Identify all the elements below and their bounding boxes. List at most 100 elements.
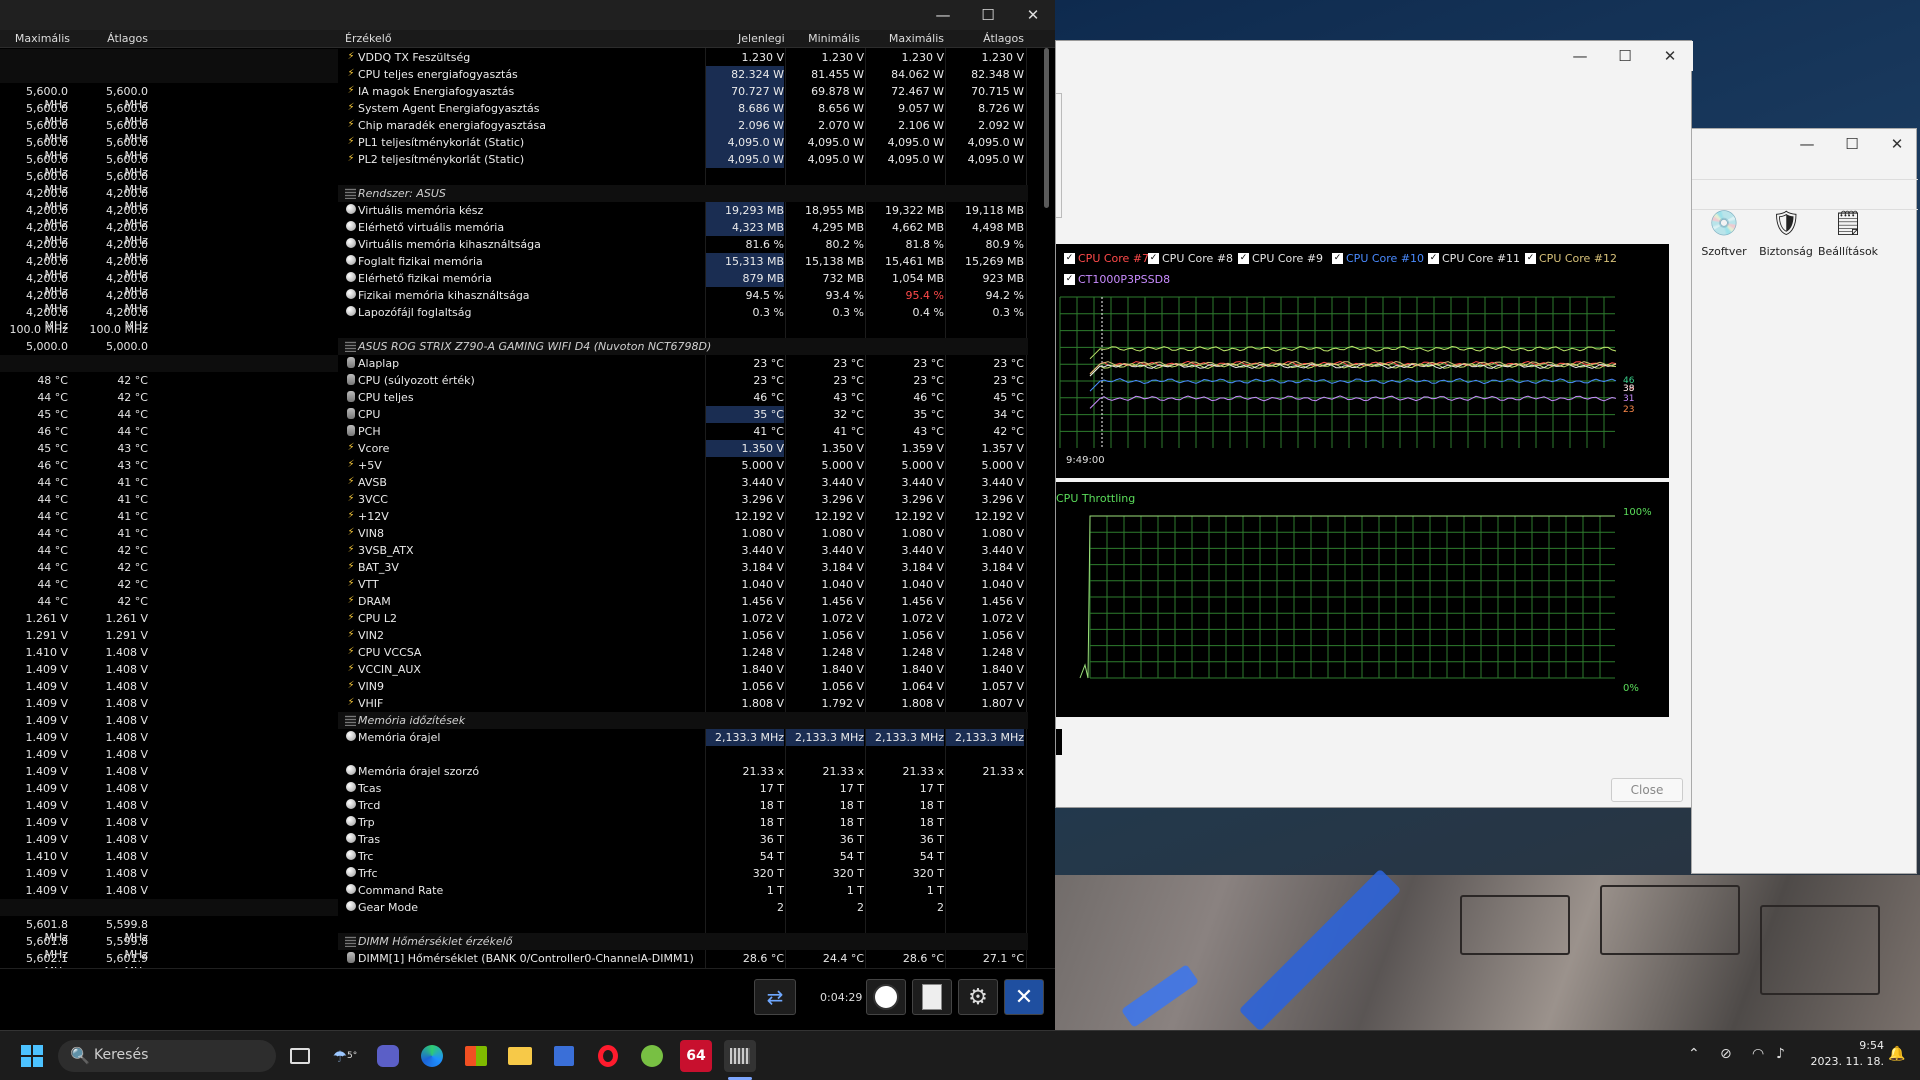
column-header-current[interactable]: Jelenlegi [738,32,785,45]
left-pane-row[interactable]: 1.409 V 1.408 V [0,661,160,678]
sensor-row[interactable]: ⚡ VCCIN_AUX 1.840 V 1.840 V 1.840 V 1.840 V [338,661,1028,678]
left-pane-row[interactable]: 5,600.0 MHz 5,600.0 MHz [0,83,160,111]
close-button[interactable]: Close [1611,778,1683,802]
sensor-row[interactable]: ⚡ CPU L2 1.072 V 1.072 V 1.072 V 1.072 V [338,610,1028,627]
sensor-row[interactable]: ⚡ 3VCC 3.296 V 3.296 V 3.296 V 3.296 V [338,491,1028,508]
sensor-row[interactable]: ⚡ +5V 5.000 V 5.000 V 5.000 V 5.000 V [338,457,1028,474]
sensor-group-header[interactable]: ASUS ROG STRIX Z790-A GAMING WIFI D4 (Nu… [338,338,1028,355]
column-header-avg[interactable]: Átlagos [958,32,1024,45]
security-window-titlebar[interactable]: — ☐ ✕ [1692,129,1918,159]
left-pane-row[interactable]: 46 °C 44 °C [0,423,160,440]
left-pane-row[interactable]: 4,200.0 MHz 4,200.0 MHz [0,185,160,213]
sensor-row[interactable]: Trfc 320 T 320 T 320 T [338,865,1028,882]
save-disk-icon[interactable] [548,1040,580,1072]
left-pane-row[interactable]: 1.409 V 1.408 V [0,780,160,797]
left-pane-row[interactable]: 1.409 V 1.408 V [0,678,160,695]
left-pane-row[interactable]: 1.409 V 1.408 V [0,729,160,746]
sensor-row[interactable]: Gear Mode 2 2 2 [338,899,1028,916]
search-box[interactable]: 🔍 Keresés [58,1040,276,1072]
settings-gear-icon[interactable]: ⚙ [958,979,998,1015]
left-pane-row[interactable]: 100.0 MHz 100.0 MHz [0,321,160,338]
sensor-row[interactable]: Trcd 18 T 18 T 18 T [338,797,1028,814]
maximize-icon[interactable]: ☐ [965,0,1011,30]
left-pane-row[interactable]: 1.409 V 1.408 V [0,882,160,899]
sensor-row[interactable]: ⚡ VIN2 1.056 V 1.056 V 1.056 V 1.056 V [338,627,1028,644]
left-pane-row[interactable]: 1.409 V 1.408 V [0,746,160,763]
left-pane-row[interactable]: 44 °C 42 °C [0,576,160,593]
sensor-row[interactable]: ⚡ VIN8 1.080 V 1.080 V 1.080 V 1.080 V [338,525,1028,542]
sensor-row[interactable]: CPU 35 °C 32 °C 35 °C 34 °C [338,406,1028,423]
weather-icon[interactable]: ☂ 5° [329,1040,361,1072]
left-pane-row[interactable]: 4,200.0 MHz 4,200.0 MHz [0,219,160,247]
sensor-row[interactable]: Memória órajel szorzó 21.33 x 21.33 x 21.33… [338,763,1028,780]
sensor-row[interactable]: ⚡ PL1 teljesítménykorlát (Static) 4,095.0 … [338,134,1028,151]
left-pane-row[interactable]: 44 °C 42 °C [0,559,160,576]
left-pane-row[interactable]: 46 °C 43 °C [0,457,160,474]
left-pane-row[interactable]: 44 °C 41 °C [0,525,160,542]
clock[interactable]: 9:54 2023. 11. 18. [1804,1039,1884,1068]
sensor-row[interactable]: Tcas 17 T 17 T 17 T [338,780,1028,797]
sensor-left-pane[interactable]: Maximális Átlagos 5,600.0 MHz 5,600.0 MHz… [0,30,338,968]
sensor-row[interactable]: ⚡ PL2 teljesítménykorlát (Static) 4,095.0 … [338,151,1028,168]
left-pane-row[interactable]: 1.409 V 1.408 V [0,797,160,814]
left-pane-row[interactable]: 1.409 V 1.408 V [0,865,160,882]
file-explorer-icon[interactable] [504,1040,536,1072]
left-pane-row[interactable]: 1.410 V 1.408 V [0,644,160,661]
sensor-row[interactable]: Elérhető virtuális memória 4,323 MB 4,295 … [338,219,1028,236]
aida64-icon[interactable]: 64 [680,1040,712,1072]
left-pane-row[interactable]: 5,600.0 MHz 5,600.0 MHz [0,100,160,128]
sensor-row[interactable]: Trc 54 T 54 T 54 T [338,848,1028,865]
network-off-icon[interactable]: ⊘ [1720,1046,1732,1062]
sensor-row[interactable]: CPU teljes 46 °C 43 °C 46 °C 45 °C [338,389,1028,406]
minimize-icon[interactable]: — [920,0,966,30]
left-pane-row[interactable]: 1.409 V 1.408 V [0,695,160,712]
sensor-row[interactable]: Virtuális memória kész 19,293 MB 18,955 MB… [338,202,1028,219]
column-header-sensor[interactable]: Érzékelő [345,32,392,45]
left-pane-row[interactable]: 44 °C 41 °C [0,508,160,525]
close-icon[interactable]: ✕ [1874,129,1920,159]
sensor-row[interactable]: CPU (súlyozott érték) 23 °C 23 °C 23 °C 23 °… [338,372,1028,389]
left-pane-row[interactable]: 44 °C 42 °C [0,593,160,610]
sensor-row[interactable]: Trp 18 T 18 T 18 T [338,814,1028,831]
sensor-row[interactable]: ⚡ Chip maradék energiafogyasztása 2.096 W 2… [338,117,1028,134]
vertical-scrollbar[interactable] [1044,48,1049,208]
left-pane-row[interactable]: 1.261 V 1.261 V [0,610,160,627]
left-pane-row[interactable]: 4,200.0 MHz 4,200.0 MHz [0,287,160,315]
left-pane-row[interactable]: 4,200.0 MHz 4,200.0 MHz [0,253,160,281]
left-pane-row[interactable]: 5,602.1 MHz 5,601.9 MHz [0,950,160,968]
left-pane-row[interactable]: 5,600.0 MHz 5,600.0 MHz [0,151,160,179]
control-panel-item[interactable]: 🗒 Beállítások [1812,209,1884,258]
sensor-row[interactable]: Virtuális memória kihasználtsága 81.6 % 80… [338,236,1028,253]
minimize-icon[interactable]: — [1784,129,1830,159]
store-icon[interactable] [460,1040,492,1072]
sensor-row[interactable]: ⚡ VDDQ TX Feszültség 1.230 V 1.230 V 1.230 V… [338,49,1028,66]
left-pane-row[interactable]: 44 °C 41 °C [0,491,160,508]
sensor-group-header[interactable]: DIMM Hőmérséklet érzékelő [338,933,1028,950]
close-icon[interactable]: ✕ [1010,0,1055,30]
left-pane-row[interactable]: 1.409 V 1.408 V [0,831,160,848]
sensor-right-pane[interactable]: Érzékelő Jelenlegi Minimális Maximális Á… [338,30,1055,968]
close-sensors-icon[interactable]: ✕ [1004,979,1044,1015]
left-pane-row[interactable]: 44 °C 42 °C [0,389,160,406]
sensor-row[interactable]: Memória órajel 2,133.3 MHz 2,133.3 MHz 2,13… [338,729,1028,746]
left-pane-row[interactable]: 44 °C 42 °C [0,542,160,559]
left-pane-row[interactable]: 4,200.0 MHz 4,200.0 MHz [0,304,160,332]
opera-icon[interactable] [592,1040,624,1072]
left-pane-row[interactable]: 5,601.8 MHz 5,599.8 MHz [0,916,160,944]
sensor-row[interactable]: Command Rate 1 T 1 T 1 T [338,882,1028,899]
task-view-icon[interactable] [284,1040,316,1072]
sensor-row[interactable]: PCH 41 °C 41 °C 43 °C 42 °C [338,423,1028,440]
sensor-row[interactable]: ⚡ CPU VCCSA 1.248 V 1.248 V 1.248 V 1.248 V [338,644,1028,661]
sensor-row[interactable]: Tras 36 T 36 T 36 T [338,831,1028,848]
left-pane-row[interactable]: 1.409 V 1.408 V [0,763,160,780]
left-pane-row[interactable]: 5,600.0 MHz 5,600.0 MHz [0,117,160,145]
column-header-max[interactable]: Maximális [878,32,944,45]
logging-icon[interactable] [912,979,952,1015]
sensor-row[interactable]: ⚡ AVSB 3.440 V 3.440 V 3.440 V 3.440 V [338,474,1028,491]
sensor-row[interactable]: DIMM[1] Hőmérséklet (BANK 0/Controller0-… [338,950,1028,967]
left-pane-row[interactable]: 5,600.0 MHz 5,600.0 MHz [0,134,160,162]
sensor-row[interactable]: Alaplap 23 °C 23 °C 23 °C 23 °C [338,355,1028,372]
left-pane-row[interactable]: 1.291 V 1.291 V [0,627,160,644]
hwinfo-titlebar[interactable]: — ☐ ✕ [0,0,1055,30]
notification-bell-icon[interactable]: 🔔 [1888,1046,1905,1062]
